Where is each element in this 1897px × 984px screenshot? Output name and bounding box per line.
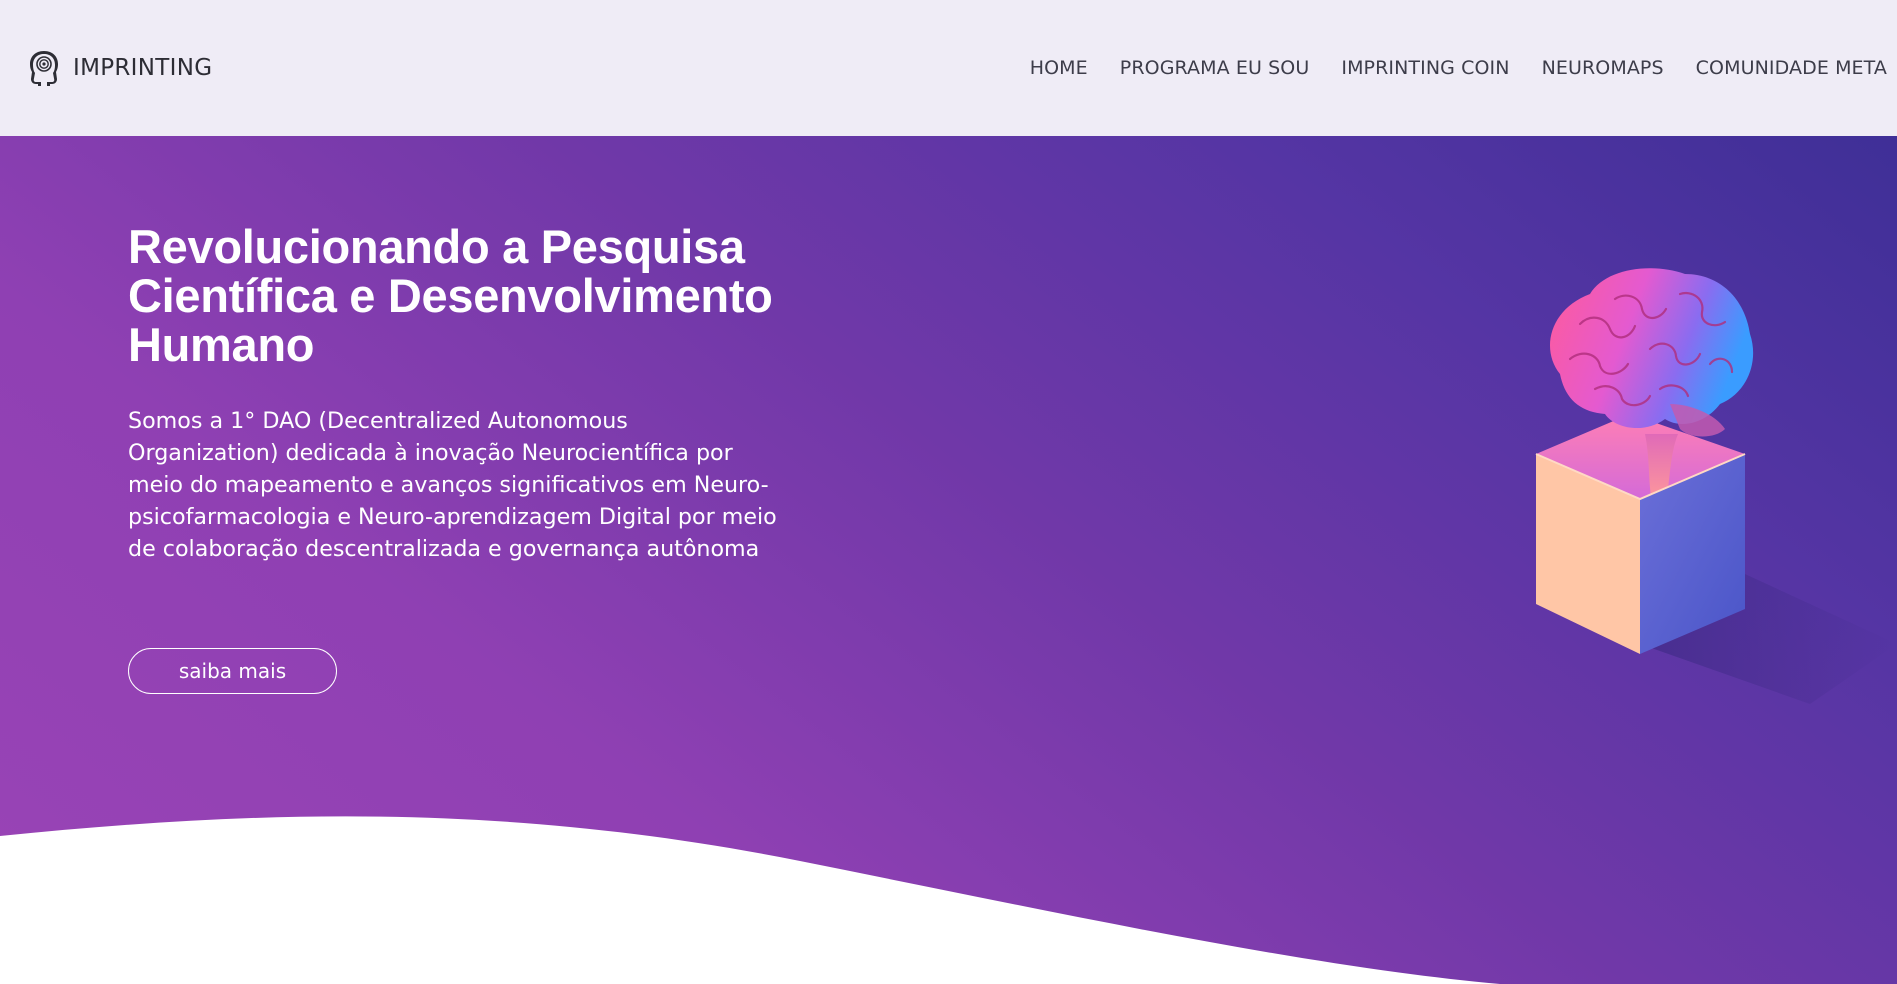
hero-section: Revolucionando a Pesquisa Científica e D…: [0, 136, 1897, 984]
nav-item-imprinting-coin[interactable]: IMPRINTING COIN: [1341, 57, 1509, 79]
main-nav: HOME PROGRAMA EU SOU IMPRINTING COIN NEU…: [1030, 57, 1897, 79]
brain-in-box-illustration: [1535, 268, 1897, 704]
landing-page: IMPRINTING HOME PROGRAMA EU SOU IMPRINTI…: [0, 0, 1897, 984]
nav-item-home[interactable]: HOME: [1030, 57, 1088, 79]
hero-title: Revolucionando a Pesquisa Científica e D…: [128, 220, 773, 371]
hero-description: Somos a 1° DAO (Decentralized Autonomous…: [128, 408, 777, 562]
site-header: IMPRINTING HOME PROGRAMA EU SOU IMPRINTI…: [0, 0, 1897, 136]
nav-item-programa-eu-sou[interactable]: PROGRAMA EU SOU: [1120, 57, 1310, 79]
nav-item-comunidade-meta[interactable]: COMUNIDADE META: [1696, 57, 1887, 79]
nav-item-neuromaps[interactable]: NEUROMAPS: [1542, 57, 1664, 79]
hero-content: Revolucionando a Pesquisa Científica e D…: [128, 222, 788, 565]
head-spiral-icon: [30, 51, 58, 86]
brand-name: IMPRINTING: [73, 55, 213, 81]
brand[interactable]: IMPRINTING: [27, 49, 212, 87]
saiba-mais-button[interactable]: saiba mais: [128, 648, 337, 694]
